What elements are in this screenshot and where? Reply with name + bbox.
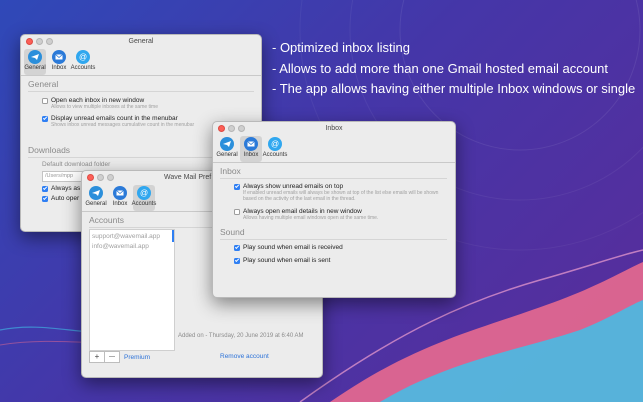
section-inbox-title: Inbox	[220, 166, 241, 176]
paper-plane-icon	[220, 137, 234, 151]
svg-text:@: @	[140, 189, 148, 198]
zoom-window-button[interactable]	[238, 125, 245, 132]
tab-accounts[interactable]: @ Accounts	[71, 49, 95, 75]
option-hint: Allows having multiple email windows ope…	[243, 215, 379, 221]
envelope-icon	[113, 186, 127, 200]
preferences-toolbar: General Inbox @ Accounts	[213, 136, 455, 163]
checkbox[interactable]	[42, 185, 48, 192]
minimize-window-button[interactable]	[228, 125, 235, 132]
option-sound-sent[interactable]: Play sound when email is sent	[234, 257, 447, 264]
svg-text:@: @	[79, 53, 87, 62]
at-sign-icon: @	[137, 186, 151, 200]
tab-general[interactable]: General	[24, 49, 46, 75]
envelope-icon	[52, 50, 66, 64]
option-details-new-window[interactable]: Always open email details in new window	[234, 208, 447, 215]
option-unread-on-top[interactable]: Always show unread emails on top	[234, 183, 447, 190]
tab-inbox[interactable]: Inbox	[240, 136, 262, 162]
close-window-button[interactable]	[218, 125, 225, 132]
titlebar: Inbox	[213, 122, 455, 136]
envelope-icon	[244, 137, 258, 151]
tab-general[interactable]: General	[216, 136, 238, 162]
bullet-1: - Optimized inbox listing	[272, 40, 410, 55]
checkbox[interactable]	[234, 208, 240, 215]
titlebar: General	[21, 35, 261, 49]
minimize-window-button[interactable]	[97, 174, 104, 181]
tab-inbox[interactable]: Inbox	[48, 49, 70, 75]
option-hint: If enabled unread emails will always be …	[243, 190, 439, 202]
minimize-window-button[interactable]	[36, 38, 43, 45]
zoom-window-button[interactable]	[46, 38, 53, 45]
bullet-3: - The app allows having either multiple …	[272, 81, 636, 96]
at-sign-icon: @	[76, 50, 90, 64]
add-account-button[interactable]: +	[89, 351, 105, 363]
checkbox[interactable]	[42, 115, 48, 122]
remove-account-list-button[interactable]: —	[105, 351, 120, 363]
checkbox[interactable]	[234, 183, 240, 190]
window-title: General	[128, 38, 154, 45]
paper-plane-icon	[28, 50, 42, 64]
remove-account-button[interactable]: Remove account	[220, 353, 269, 360]
window-title: Wave Mail Pref	[164, 174, 212, 181]
section-sound-title: Sound	[220, 227, 245, 237]
section-general-title: General	[28, 79, 59, 89]
checkbox[interactable]	[42, 195, 48, 202]
list-selection-indicator	[172, 230, 174, 242]
window-title: Inbox	[325, 125, 343, 132]
preferences-toolbar: General Inbox @ Accounts	[21, 49, 261, 76]
accounts-list: support@wavemail.app info@wavemail.app	[89, 229, 175, 351]
account-item[interactable]: info@wavemail.app	[90, 243, 174, 250]
option-open-new-window[interactable]: Open each inbox in new window	[42, 97, 254, 104]
account-item[interactable]: support@wavemail.app	[90, 230, 174, 243]
checkbox[interactable]	[42, 97, 48, 104]
option-hint: Allows to view multiple inboxes at the s…	[51, 104, 158, 110]
zoom-window-button[interactable]	[107, 174, 114, 181]
tab-accounts[interactable]: @ Accounts	[263, 136, 287, 162]
option-sound-received[interactable]: Play sound when email is received	[234, 244, 447, 251]
inbox-window: Inbox General Inbox @ Accounts Inbox Alw…	[212, 121, 456, 298]
svg-text:@: @	[271, 140, 279, 149]
tab-inbox[interactable]: Inbox	[109, 185, 131, 211]
close-window-button[interactable]	[26, 38, 33, 45]
paper-plane-icon	[89, 186, 103, 200]
premium-link[interactable]: Premium	[124, 354, 150, 361]
close-window-button[interactable]	[87, 174, 94, 181]
bullet-2: - Allows to add more than one Gmail host…	[272, 60, 609, 76]
added-on-text: Added on - Thursday, 20 June 2019 at 6:4…	[178, 333, 304, 339]
accounts-list-controls: + — Premium	[89, 351, 150, 363]
checkbox[interactable]	[234, 257, 240, 264]
checkbox[interactable]	[234, 244, 240, 251]
tab-general[interactable]: General	[85, 185, 107, 211]
feature-bullets: - Optimized inbox listing - Allows to ad…	[272, 38, 635, 100]
at-sign-icon: @	[268, 137, 282, 151]
tab-accounts[interactable]: @ Accounts	[132, 185, 156, 211]
